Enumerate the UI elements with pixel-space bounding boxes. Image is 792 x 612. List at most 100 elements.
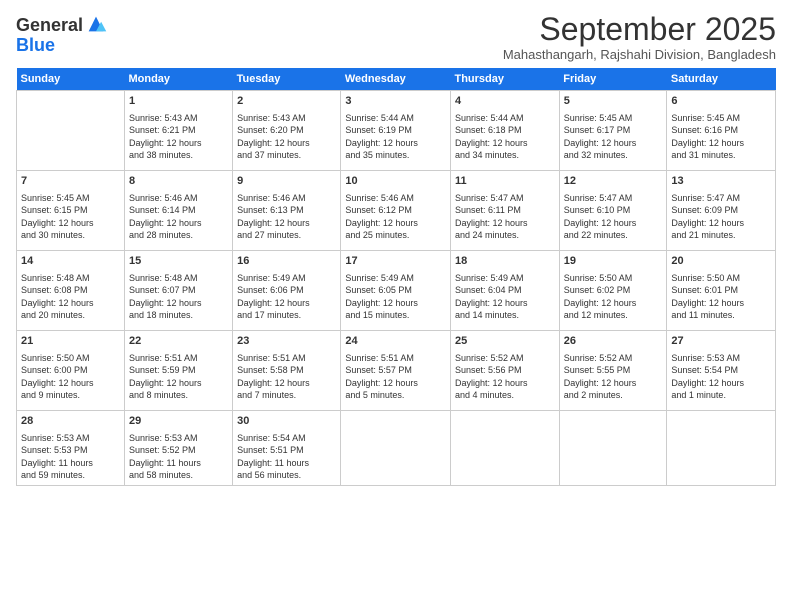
day-info: Sunset: 6:14 PM <box>129 204 228 217</box>
day-info: Daylight: 12 hours <box>237 137 336 150</box>
day-info: Sunset: 6:17 PM <box>564 124 663 137</box>
day-info: Sunset: 6:00 PM <box>21 364 120 377</box>
day-info: Sunset: 5:56 PM <box>455 364 555 377</box>
day-info: Sunrise: 5:47 AM <box>671 192 771 205</box>
day-info: Daylight: 12 hours <box>21 297 120 310</box>
day-info: Sunrise: 5:50 AM <box>671 272 771 285</box>
table-row: 24Sunrise: 5:51 AMSunset: 5:57 PMDayligh… <box>341 331 451 411</box>
table-row: 10Sunrise: 5:46 AMSunset: 6:12 PMDayligh… <box>341 171 451 251</box>
table-row: 27Sunrise: 5:53 AMSunset: 5:54 PMDayligh… <box>667 331 776 411</box>
table-row: 17Sunrise: 5:49 AMSunset: 6:05 PMDayligh… <box>341 251 451 331</box>
day-info: Sunrise: 5:53 AM <box>671 352 771 365</box>
day-number: 28 <box>21 414 120 429</box>
day-info: Daylight: 12 hours <box>345 377 446 390</box>
day-number: 4 <box>455 94 555 109</box>
day-info: Daylight: 12 hours <box>564 217 663 230</box>
table-row: 29 Sunrise: 5:53 AMSunset: 5:52 PMDayligh… <box>124 411 232 486</box>
logo-text-blue: Blue <box>16 36 107 56</box>
table-row: 6Sunrise: 5:45 AMSunset: 6:16 PMDaylight… <box>667 91 776 171</box>
day-number: 6 <box>671 94 771 109</box>
day-info: Sunset: 5:51 PM <box>237 444 336 457</box>
day-info: Sunset: 6:21 PM <box>129 124 228 137</box>
day-info: Sunset: 5:52 PM <box>129 444 228 457</box>
day-info: Daylight: 12 hours <box>129 297 228 310</box>
day-info: Daylight: 12 hours <box>129 377 228 390</box>
page: General Blue September 2025 Mahasthangar… <box>0 0 792 612</box>
day-info: and 25 minutes. <box>345 229 446 242</box>
day-info: and 20 minutes. <box>21 309 120 322</box>
day-info: Sunset: 6:04 PM <box>455 284 555 297</box>
day-info: Daylight: 12 hours <box>237 377 336 390</box>
day-number: 9 <box>237 174 336 189</box>
day-info: Sunrise: 5:52 AM <box>564 352 663 365</box>
day-info: Daylight: 11 hours <box>129 457 228 470</box>
day-info: and 4 minutes. <box>455 389 555 402</box>
day-info: and 1 minute. <box>671 389 771 402</box>
table-row: 28Sunrise: 5:53 AMSunset: 5:53 PMDayligh… <box>17 411 125 486</box>
day-info: and 56 minutes. <box>237 469 336 482</box>
day-info: Sunset: 5:57 PM <box>345 364 446 377</box>
day-info: Sunrise: 5:51 AM <box>345 352 446 365</box>
day-info: Sunset: 6:12 PM <box>345 204 446 217</box>
day-info: Sunrise: 5:52 AM <box>455 352 555 365</box>
day-number: 22 <box>129 334 228 349</box>
day-info: Daylight: 12 hours <box>671 377 771 390</box>
day-info: Daylight: 12 hours <box>345 217 446 230</box>
day-info: Sunset: 5:54 PM <box>671 364 771 377</box>
table-row: 20Sunrise: 5:50 AMSunset: 6:01 PMDayligh… <box>667 251 776 331</box>
table-row: 1Sunrise: 5:43 AMSunset: 6:21 PMDaylight… <box>124 91 232 171</box>
day-number: 29 <box>129 414 228 429</box>
col-saturday: Saturday <box>667 68 776 91</box>
table-row <box>341 411 451 486</box>
col-wednesday: Wednesday <box>341 68 451 91</box>
table-row: 11Sunrise: 5:47 AMSunset: 6:11 PMDayligh… <box>450 171 559 251</box>
day-info: Sunset: 5:53 PM <box>21 444 120 457</box>
day-number: 16 <box>237 254 336 269</box>
day-info: Daylight: 12 hours <box>129 137 228 150</box>
day-info: and 21 minutes. <box>671 229 771 242</box>
day-info: and 14 minutes. <box>455 309 555 322</box>
day-info: Daylight: 12 hours <box>21 377 120 390</box>
table-row: 19Sunrise: 5:50 AMSunset: 6:02 PMDayligh… <box>559 251 667 331</box>
table-row: 9Sunrise: 5:46 AMSunset: 6:13 PMDaylight… <box>233 171 341 251</box>
day-info: Sunset: 6:02 PM <box>564 284 663 297</box>
day-info: Daylight: 12 hours <box>564 137 663 150</box>
day-info: Sunset: 6:07 PM <box>129 284 228 297</box>
day-info: Sunrise: 5:53 AM <box>129 432 228 445</box>
day-info: Daylight: 12 hours <box>21 217 120 230</box>
table-row <box>667 411 776 486</box>
day-info: Daylight: 12 hours <box>455 137 555 150</box>
day-info: and 28 minutes. <box>129 229 228 242</box>
day-info: Daylight: 12 hours <box>237 297 336 310</box>
month-title: September 2025 <box>503 12 776 47</box>
day-info: Sunset: 6:08 PM <box>21 284 120 297</box>
day-info: and 22 minutes. <box>564 229 663 242</box>
table-row: 25Sunrise: 5:52 AMSunset: 5:56 PMDayligh… <box>450 331 559 411</box>
day-number: 14 <box>21 254 120 269</box>
day-info: Sunset: 6:10 PM <box>564 204 663 217</box>
col-tuesday: Tuesday <box>233 68 341 91</box>
day-info: Daylight: 11 hours <box>21 457 120 470</box>
day-info: Daylight: 12 hours <box>237 217 336 230</box>
day-number: 5 <box>564 94 663 109</box>
day-number: 18 <box>455 254 555 269</box>
day-info: Sunset: 5:55 PM <box>564 364 663 377</box>
day-number: 13 <box>671 174 771 189</box>
day-info: Sunset: 6:15 PM <box>21 204 120 217</box>
day-info: and 5 minutes. <box>345 389 446 402</box>
day-number: 2 <box>237 94 336 109</box>
day-info: Sunrise: 5:48 AM <box>21 272 120 285</box>
title-block: September 2025 Mahasthangarh, Rajshahi D… <box>503 12 776 62</box>
day-info: Sunrise: 5:46 AM <box>237 192 336 205</box>
day-info: and 31 minutes. <box>671 149 771 162</box>
table-row: 8Sunrise: 5:46 AMSunset: 6:14 PMDaylight… <box>124 171 232 251</box>
day-info: Sunrise: 5:51 AM <box>237 352 336 365</box>
col-sunday: Sunday <box>17 68 125 91</box>
col-monday: Monday <box>124 68 232 91</box>
table-row: 22Sunrise: 5:51 AMSunset: 5:59 PMDayligh… <box>124 331 232 411</box>
day-info: Sunrise: 5:44 AM <box>455 112 555 125</box>
day-info: Sunrise: 5:48 AM <box>129 272 228 285</box>
day-info: Sunrise: 5:46 AM <box>345 192 446 205</box>
day-number: 1 <box>129 94 228 109</box>
day-info: Sunrise: 5:49 AM <box>455 272 555 285</box>
